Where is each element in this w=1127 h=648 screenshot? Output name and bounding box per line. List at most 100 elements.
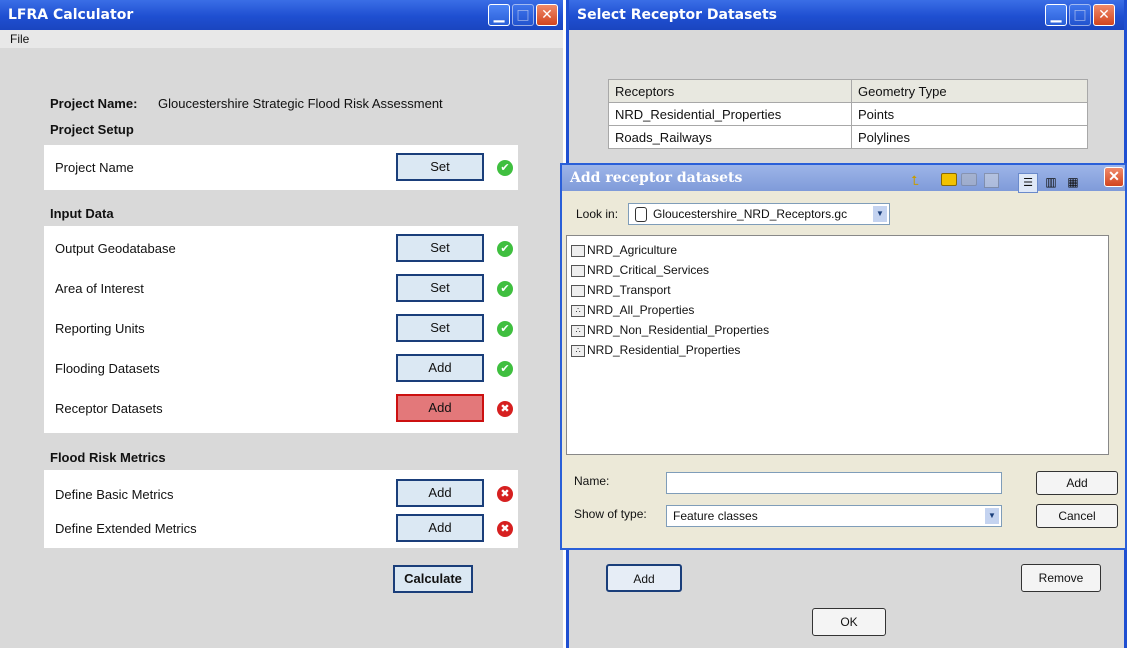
maximize-icon: □ [1073,7,1087,23]
receptor-name-cell: NRD_Residential_Properties [608,102,852,126]
set-area-of-interest-button[interactable]: Set [396,274,484,302]
add-receptor-datasets-button[interactable]: Add [396,394,484,422]
point-feature-class-icon: ∴ [571,304,585,317]
check-icon: ✔ [497,281,513,297]
receptor-name-cell: Roads_Railways [608,125,852,149]
close-button[interactable]: ✕ [1104,167,1124,187]
table-row[interactable]: Roads_Railways Polylines [608,125,1088,149]
cancel-button[interactable]: Cancel [1036,504,1118,528]
minimize-button[interactable]: ▁ [488,4,510,26]
table-header-row: Receptors Geometry Type [608,79,1088,103]
minimize-icon: ▁ [1050,7,1062,23]
flood-risk-metrics-heading: Flood Risk Metrics [50,450,166,465]
minimize-button[interactable]: ▁ [1045,4,1067,26]
menu-bar: File [0,30,563,48]
look-in-dropdown[interactable]: Gloucestershire_NRD_Receptors.gc ▼ [628,203,890,225]
add-dataset-button[interactable]: Add [1036,471,1118,495]
error-icon: ✖ [497,401,513,417]
close-icon: ✕ [541,7,553,23]
list-item[interactable]: ∴ NRD_Non_Residential_Properties [571,320,769,340]
add-dialog-titlebar[interactable]: Add receptor datasets ✕ [562,165,1125,191]
list-item[interactable]: NRD_Agriculture [571,240,677,260]
check-icon: ✔ [497,160,513,176]
name-input[interactable] [666,472,1002,494]
add-basic-metrics-button[interactable]: Add [396,479,484,507]
show-of-type-label: Show of type: [574,507,647,521]
project-setup-heading: Project Setup [50,122,134,137]
remove-receptor-button[interactable]: Remove [1021,564,1101,592]
menu-file[interactable]: File [10,32,29,46]
set-reporting-units-button[interactable]: Set [396,314,484,342]
set-output-geodatabase-button[interactable]: Set [396,234,484,262]
polygon-feature-class-icon [571,244,585,257]
thumbnails-view-icon[interactable]: ▦ [1064,173,1082,191]
receptors-table: Receptors Geometry Type NRD_Residential_… [608,79,1088,149]
column-header-geometry-type[interactable]: Geometry Type [851,79,1088,103]
dataset-name: NRD_Non_Residential_Properties [587,323,770,337]
project-name-value: Gloucestershire Strategic Flood Risk Ass… [158,96,443,111]
geodatabase-icon [635,207,647,223]
polygon-feature-class-icon [571,284,585,297]
connect-folder-icon[interactable] [940,173,958,191]
maximize-button: □ [512,4,534,26]
error-icon: ✖ [497,486,513,502]
geometry-type-cell: Points [851,102,1088,126]
lfra-titlebar[interactable]: LFRA Calculator ▁ □ ✕ [0,0,563,30]
select-receptors-titlebar[interactable]: Select Receptor Datasets ▁ □ ✕ [569,0,1124,30]
dataset-name: NRD_Agriculture [587,243,678,257]
chevron-down-icon: ▼ [873,206,887,222]
lfra-title: LFRA Calculator [8,7,134,23]
list-item[interactable]: NRD_Transport [571,280,671,300]
ok-button[interactable]: OK [812,608,886,636]
input-data-heading: Input Data [50,206,114,221]
receptor-datasets-label: Receptor Datasets [55,401,163,416]
column-header-receptors[interactable]: Receptors [608,79,852,103]
geometry-type-cell: Polylines [851,125,1088,149]
show-of-type-value: Feature classes [673,509,758,523]
show-of-type-dropdown[interactable]: Feature classes ▼ [666,505,1002,527]
list-item[interactable]: ∴ NRD_All_Properties [571,300,694,320]
lfra-calculator-window: LFRA Calculator ▁ □ ✕ File Project Name:… [0,0,563,648]
dataset-name: NRD_Transport [587,283,671,297]
list-item[interactable]: NRD_Critical_Services [571,260,709,280]
details-view-icon[interactable]: ▥ [1042,173,1060,191]
check-icon: ✔ [497,361,513,377]
maximize-icon: □ [516,7,530,23]
disconnect-folder-icon [960,173,978,191]
name-label: Name: [574,474,610,488]
minimize-icon: ▁ [493,7,505,23]
list-item[interactable]: ∴ NRD_Residential_Properties [571,340,740,360]
dataset-file-list[interactable]: NRD_Agriculture NRD_Critical_Services NR… [566,235,1109,455]
dataset-name: NRD_Critical_Services [587,263,710,277]
add-flooding-datasets-button[interactable]: Add [396,354,484,382]
add-extended-metrics-button[interactable]: Add [396,514,484,542]
close-icon: ✕ [1108,169,1120,185]
reporting-units-label: Reporting Units [55,321,145,336]
point-feature-class-icon: ∴ [571,324,585,337]
table-row[interactable]: NRD_Residential_Properties Points [608,102,1088,126]
new-folder-icon [982,173,1000,191]
point-feature-class-icon: ∴ [571,344,585,357]
close-icon: ✕ [1098,7,1110,23]
chevron-down-icon: ▼ [985,508,999,524]
up-one-level-icon[interactable]: ⮤ [906,173,924,191]
list-view-icon[interactable]: ☰ [1018,173,1038,193]
dataset-name: NRD_All_Properties [587,303,695,317]
select-receptors-title: Select Receptor Datasets [577,7,777,23]
check-icon: ✔ [497,321,513,337]
close-button[interactable]: ✕ [536,4,558,26]
add-receptor-datasets-dialog: Add receptor datasets ✕ Look in: Glouces… [560,163,1127,550]
error-icon: ✖ [497,521,513,537]
output-geodatabase-label: Output Geodatabase [55,241,176,256]
set-project-name-button[interactable]: Set [396,153,484,181]
maximize-button: □ [1069,4,1091,26]
polygon-feature-class-icon [571,264,585,277]
look-in-label: Look in: [576,207,619,221]
calculate-button[interactable]: Calculate [393,565,473,593]
add-receptor-button[interactable]: Add [606,564,682,592]
close-button[interactable]: ✕ [1093,4,1115,26]
look-in-value: Gloucestershire_NRD_Receptors.gc [653,207,848,221]
project-name-label: Project Name: [50,96,138,111]
extended-metrics-label: Define Extended Metrics [55,521,197,536]
add-dialog-title: Add receptor datasets [570,170,743,186]
